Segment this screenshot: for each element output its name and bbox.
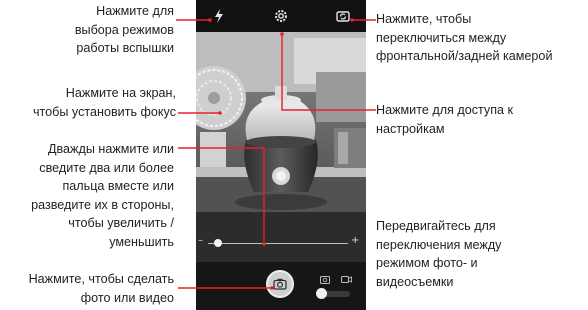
camera-icon: [273, 278, 287, 290]
flash-button[interactable]: [208, 6, 230, 26]
callout-focus: Нажмите на экран, чтобы установить фокус: [32, 86, 176, 119]
shutter-button[interactable]: [266, 270, 294, 298]
callout-mode-switch: Передвигайтесь для переключения между ре…: [376, 219, 502, 289]
camera-viewfinder[interactable]: [196, 32, 366, 262]
switch-camera-icon: [336, 11, 350, 22]
settings-button[interactable]: [270, 6, 292, 26]
mode-switch-thumb[interactable]: [316, 288, 327, 299]
callout-switch-camera: Нажмите, чтобы переключиться между фронт…: [376, 12, 553, 64]
flash-icon: [215, 9, 223, 23]
zoom-slider-track[interactable]: [208, 243, 348, 244]
viewfinder-scene: [196, 32, 366, 262]
zoom-in-label[interactable]: +: [351, 235, 359, 246]
callout-zoom: Дважды нажмите или сведите два или более…: [31, 142, 174, 249]
zoom-out-label[interactable]: –: [198, 235, 203, 246]
switch-camera-button[interactable]: [332, 6, 354, 26]
callout-flash: Нажмите для выбора режимов работы вспышк…: [74, 4, 174, 56]
photo-mode-icon: [320, 276, 330, 284]
zoom-slider-thumb[interactable]: [213, 239, 222, 247]
callout-settings: Нажмите для доступа к настройкам: [376, 103, 514, 136]
gear-icon: [275, 10, 287, 22]
video-icon: [341, 276, 352, 283]
callout-shutter: Нажмите, чтобы сделать фото или видео: [28, 272, 174, 305]
phone-screen: – +: [196, 0, 366, 310]
